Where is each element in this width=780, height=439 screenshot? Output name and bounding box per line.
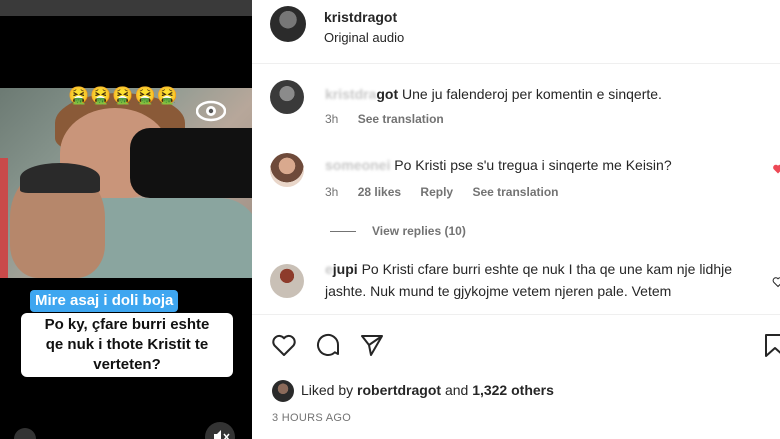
comment-time: 3h bbox=[325, 112, 339, 126]
video-player[interactable]: 🤮🤮🤮🤮🤮 Mire asaj i doli boja Po ky, çfare… bbox=[0, 0, 252, 439]
heart-outline-icon[interactable] bbox=[772, 276, 780, 288]
share-icon[interactable] bbox=[358, 331, 386, 359]
comment-body: Une ju falenderoj per komentin e sinqert… bbox=[402, 86, 662, 102]
avatar[interactable] bbox=[270, 153, 304, 187]
comment-author-blurred[interactable]: someone bbox=[325, 157, 386, 173]
see-translation-button[interactable]: See translation bbox=[472, 185, 558, 199]
reply-button[interactable]: Reply bbox=[420, 185, 453, 199]
divider bbox=[330, 231, 356, 233]
heart-liked-icon[interactable] bbox=[772, 163, 780, 175]
avatar[interactable] bbox=[272, 380, 294, 402]
see-translation-button[interactable]: See translation bbox=[358, 112, 444, 126]
comment-text: kristdragot Une ju falenderoj per koment… bbox=[325, 83, 775, 105]
post-timestamp[interactable]: 3 HOURS AGO bbox=[272, 412, 351, 424]
emoji-row: 🤮🤮🤮🤮🤮 bbox=[68, 86, 179, 105]
audio-label[interactable]: Original audio bbox=[324, 30, 404, 45]
avatar[interactable] bbox=[270, 80, 304, 114]
comment-time: 3h bbox=[325, 185, 339, 199]
post-username[interactable]: kristdragot bbox=[324, 9, 397, 25]
caption-highlight: Mire asaj i doli boja bbox=[30, 290, 179, 312]
video-top-bar bbox=[0, 0, 252, 16]
post-panel: kristdragot Original audio kristdragot U… bbox=[252, 0, 780, 439]
post-actions: Liked by robertdragot and 1,322 others 3… bbox=[252, 314, 780, 439]
comment-author-blurred[interactable]: e bbox=[325, 261, 333, 277]
comment-author-blurred[interactable]: kristdra bbox=[325, 86, 376, 102]
avatar[interactable] bbox=[270, 6, 306, 42]
comment-meta: 3h See translation bbox=[325, 112, 460, 126]
bookmark-icon[interactable] bbox=[760, 331, 780, 359]
avatar[interactable] bbox=[270, 264, 304, 298]
comment-body: Po Kristi cfare burri eshte qe nuk I tha… bbox=[325, 261, 733, 299]
comment-text: ejupi Po Kristi cfare burri eshte qe nuk… bbox=[325, 258, 765, 302]
comment-list-clip: ejupi Po Kristi cfare burri eshte qe nuk… bbox=[252, 248, 780, 314]
comment-likes[interactable]: 28 likes bbox=[358, 185, 401, 199]
liker-username[interactable]: robertdragot bbox=[357, 382, 441, 398]
comment-author[interactable]: got bbox=[376, 86, 398, 102]
eye-logo-icon bbox=[196, 100, 226, 122]
view-replies-button[interactable]: View replies (10) bbox=[330, 224, 466, 238]
comment-author[interactable]: jupi bbox=[333, 261, 358, 277]
video-control-button[interactable] bbox=[14, 428, 36, 439]
heart-icon[interactable] bbox=[270, 331, 298, 359]
likes-others-link[interactable]: 1,322 others bbox=[472, 382, 554, 398]
caption-question: Po ky, çfare burri eshte qe nuk i thote … bbox=[21, 313, 233, 377]
comment-author[interactable]: i bbox=[386, 157, 390, 173]
comment-body: Po Kristi pse s'u tregua i sinqerte me K… bbox=[394, 157, 672, 173]
speaker-muted-icon bbox=[214, 430, 230, 439]
mute-button[interactable] bbox=[205, 422, 235, 439]
comment-meta: 3h 28 likes Reply See translation bbox=[325, 185, 574, 199]
comment-text: someonei Po Kristi pse s'u tregua i sinq… bbox=[325, 154, 775, 176]
post-header: kristdragot Original audio bbox=[252, 0, 780, 64]
comment-icon[interactable] bbox=[314, 331, 342, 359]
